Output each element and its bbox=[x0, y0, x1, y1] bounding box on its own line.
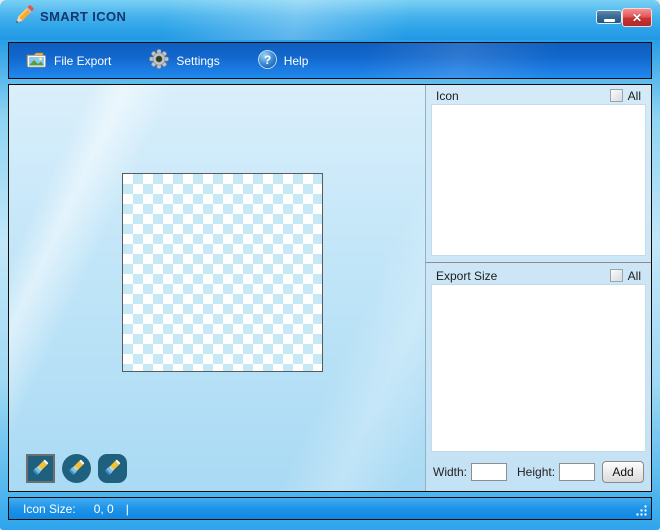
status-bar: Icon Size: 0, 0 | bbox=[8, 497, 652, 520]
file-export-label: File Export bbox=[54, 54, 111, 68]
export-all-label: All bbox=[628, 269, 641, 283]
titlebar[interactable]: SMART ICON ✕ bbox=[0, 0, 660, 40]
add-size-button[interactable]: Add bbox=[602, 461, 644, 483]
height-label: Height: bbox=[517, 465, 555, 479]
export-section-title: Export Size bbox=[436, 269, 497, 283]
tool-buttons bbox=[26, 454, 127, 483]
help-label: Help bbox=[284, 54, 309, 68]
icon-all-label: All bbox=[628, 89, 641, 103]
icon-canvas[interactable] bbox=[122, 173, 323, 372]
icon-size-value: 0, 0 bbox=[94, 502, 114, 516]
pencil-icon bbox=[11, 2, 37, 33]
close-icon: ✕ bbox=[632, 11, 642, 25]
file-export-button[interactable]: File Export bbox=[22, 49, 115, 73]
icon-size-label: Icon Size: bbox=[23, 502, 76, 516]
close-button[interactable]: ✕ bbox=[622, 8, 652, 27]
image-icon bbox=[26, 51, 47, 71]
height-input[interactable] bbox=[559, 463, 595, 481]
brush-icon bbox=[67, 458, 86, 480]
brush-tool-button-2[interactable] bbox=[62, 454, 91, 483]
brush-tool-button-3[interactable] bbox=[98, 454, 127, 483]
settings-label: Settings bbox=[176, 54, 219, 68]
status-caret: | bbox=[126, 502, 129, 516]
icon-all-toggle[interactable]: All bbox=[610, 89, 641, 103]
svg-text:?: ? bbox=[264, 53, 271, 67]
window-title: SMART ICON bbox=[40, 9, 126, 24]
settings-button[interactable]: Settings bbox=[145, 47, 223, 74]
icon-all-checkbox[interactable] bbox=[610, 89, 623, 102]
icon-section-header: Icon All bbox=[426, 85, 651, 104]
right-panel: Icon All Export Size All Width: Heigh bbox=[425, 85, 651, 491]
minimize-dash-icon bbox=[604, 19, 615, 22]
icon-list[interactable] bbox=[431, 104, 646, 256]
width-label: Width: bbox=[433, 465, 467, 479]
app-window: SMART ICON ✕ File Export bbox=[0, 0, 660, 530]
brush-tool-button-1[interactable] bbox=[26, 454, 55, 483]
export-all-checkbox[interactable] bbox=[610, 269, 623, 282]
gear-icon bbox=[149, 49, 169, 72]
brush-icon bbox=[31, 458, 50, 480]
toolbar: File Export Settings bbox=[8, 42, 652, 79]
size-form: Width: Height: Add bbox=[426, 452, 651, 491]
export-size-list[interactable] bbox=[431, 284, 646, 452]
question-icon: ? bbox=[258, 50, 277, 72]
brush-icon bbox=[103, 458, 122, 480]
width-input[interactable] bbox=[471, 463, 507, 481]
export-all-toggle[interactable]: All bbox=[610, 269, 641, 283]
minimize-button[interactable] bbox=[596, 10, 622, 24]
main-area: Icon All Export Size All Width: Heigh bbox=[8, 84, 652, 492]
resize-grip-icon[interactable] bbox=[635, 504, 648, 517]
section-divider bbox=[426, 262, 651, 263]
icon-section-title: Icon bbox=[436, 89, 459, 103]
help-button[interactable]: ? Help bbox=[254, 48, 313, 74]
export-section-header: Export Size All bbox=[426, 265, 651, 284]
